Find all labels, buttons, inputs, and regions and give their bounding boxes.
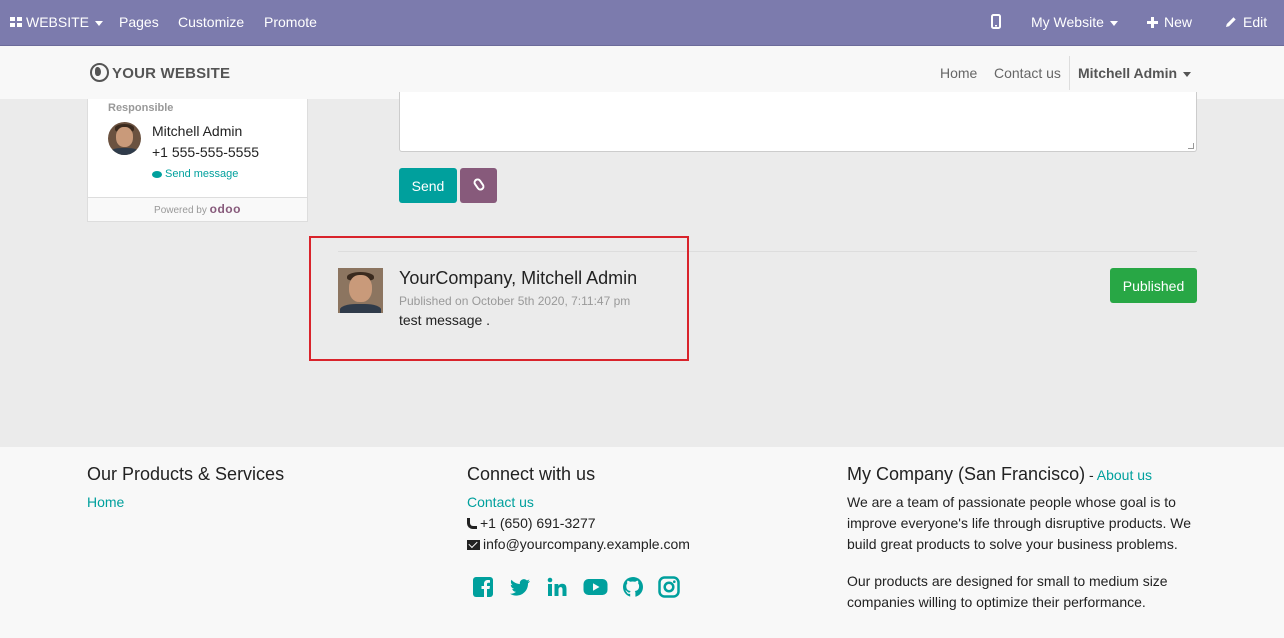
youtube-icon[interactable] [583, 576, 608, 598]
responsible-phone: +1 555-555-5555 [152, 144, 260, 160]
chevron-down-icon [1109, 20, 1118, 26]
company-products-note: Our products are designed for small to m… [847, 573, 1168, 610]
footer-phone-text: +1 (650) 691-3277 [480, 515, 596, 531]
admin-bar: WEBSITE Pages Customize Promote My Websi… [0, 0, 1284, 45]
my-website-menu[interactable]: My Website [1031, 0, 1118, 45]
pencil-icon [1226, 17, 1236, 27]
plus-icon [1147, 17, 1158, 28]
company-title: My Company (San Francisco) [847, 464, 1086, 484]
products-title: Our Products & Services [87, 464, 285, 484]
facebook-icon[interactable] [472, 576, 494, 598]
message-textarea[interactable] [399, 92, 1197, 152]
nav-divider [1069, 56, 1070, 90]
footer-phone: +1 (650) 691-3277 [467, 515, 596, 531]
website-menu-label: WEBSITE [26, 14, 90, 30]
responsible-name: Mitchell Admin [152, 123, 243, 139]
chevron-down-icon [1183, 71, 1192, 77]
mobile-preview-button[interactable] [991, 0, 1001, 45]
comment-icon [152, 171, 162, 178]
highlight-box [309, 236, 689, 361]
send-message-label: Send message [165, 168, 239, 180]
send-button[interactable]: Send [399, 168, 457, 203]
linkedin-icon[interactable] [546, 576, 568, 598]
about-us-link[interactable]: About us [1097, 467, 1152, 483]
apps-grid-icon [10, 17, 22, 28]
chevron-down-icon [95, 20, 104, 26]
mobile-icon [991, 14, 1001, 29]
website-menu[interactable]: WEBSITE [10, 0, 104, 45]
avatar [108, 122, 141, 155]
send-message-link[interactable]: Send message [152, 168, 238, 180]
edit-button[interactable]: Edit [1225, 0, 1267, 45]
attach-button[interactable] [460, 168, 497, 203]
footer-email[interactable]: info@yourcompany.example.com [467, 536, 690, 552]
new-button[interactable]: New [1147, 0, 1192, 45]
promote-menu[interactable]: Promote [264, 0, 317, 45]
user-menu-label: Mitchell Admin [1078, 65, 1178, 81]
customize-menu[interactable]: Customize [178, 0, 244, 45]
my-website-label: My Website [1031, 14, 1104, 30]
powered-by-label: Powered by [154, 205, 207, 216]
footer-contact-link[interactable]: Contact us [467, 494, 534, 510]
powered-by: Powered by odoo [88, 197, 307, 221]
github-icon[interactable] [622, 576, 644, 598]
website-navbar: YOUR WEBSITE Home Contact us Mitchell Ad… [0, 45, 1284, 99]
published-toggle-button[interactable]: Published [1110, 268, 1197, 303]
pages-menu[interactable]: Pages [119, 0, 159, 45]
phone-icon [467, 518, 477, 529]
company-description: We are a team of passionate people whose… [847, 494, 1192, 552]
site-logo-text: YOUR WEBSITE [112, 65, 231, 82]
odoo-logo[interactable]: odoo [210, 202, 241, 216]
globe-icon [90, 63, 109, 82]
site-logo[interactable]: YOUR WEBSITE [90, 63, 230, 82]
resize-handle-icon[interactable] [1188, 143, 1194, 149]
responsible-label: Responsible [108, 102, 174, 114]
footer-home-link[interactable]: Home [87, 494, 124, 510]
connect-title: Connect with us [467, 464, 596, 484]
edit-label: Edit [1243, 14, 1268, 30]
footer-email-text: info@yourcompany.example.com [483, 536, 690, 552]
instagram-icon[interactable] [658, 576, 680, 598]
responsible-card: Responsible Mitchell Admin +1 555-555-55… [87, 99, 308, 222]
new-label: New [1164, 14, 1193, 30]
company-heading: My Company (San Francisco) - About us [847, 464, 1152, 485]
envelope-icon [467, 540, 480, 550]
company-title-separator: - [1085, 467, 1097, 483]
twitter-icon[interactable] [509, 576, 531, 598]
paperclip-icon [471, 176, 486, 192]
